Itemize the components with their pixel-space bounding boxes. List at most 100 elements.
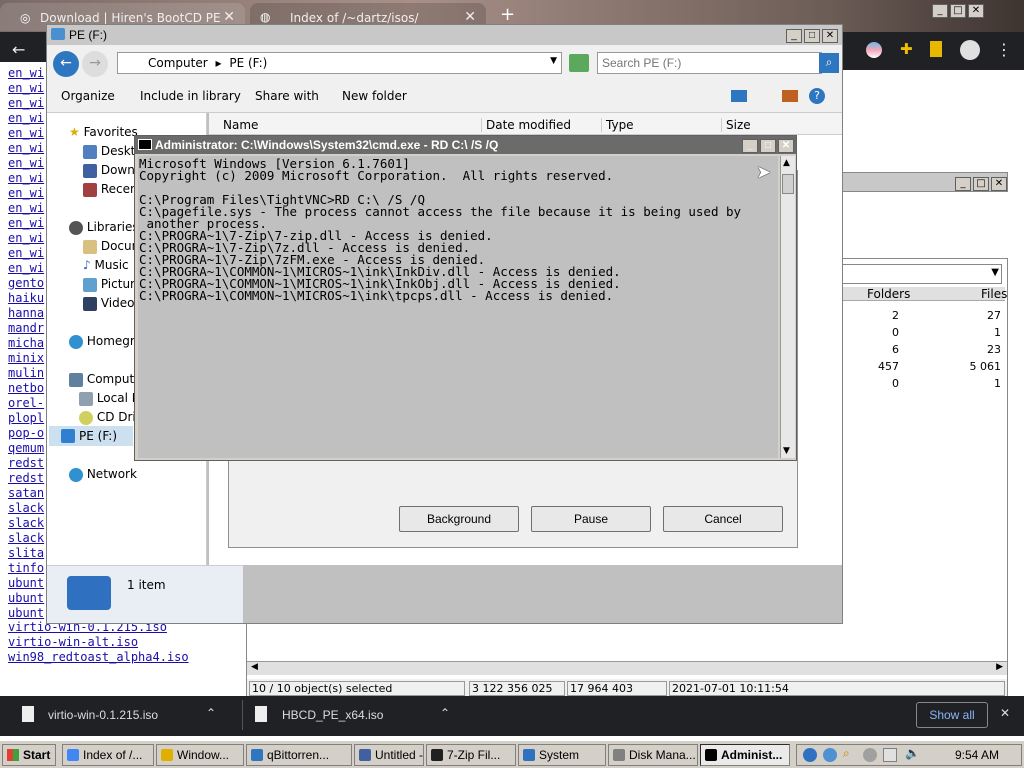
column-name[interactable]: Name (223, 118, 258, 132)
file-link[interactable]: slack (8, 531, 44, 546)
file-link[interactable]: en_wi (8, 246, 44, 261)
power-icon[interactable] (863, 748, 877, 762)
file-link[interactable]: en_wi (8, 66, 44, 81)
taskbar-item[interactable]: Disk Mana... (608, 744, 698, 766)
scroll-thumb[interactable] (782, 174, 794, 194)
file-link[interactable]: micha (8, 336, 44, 351)
file-link[interactable]: mulin (8, 366, 44, 381)
file-link[interactable]: gento (8, 276, 44, 291)
chevron-down-icon[interactable]: ▼ (991, 267, 999, 278)
nav-music[interactable]: ♪ Music (83, 258, 129, 272)
file-link[interactable]: orel- (8, 396, 44, 411)
bookmark-icon[interactable] (930, 41, 942, 57)
start-button[interactable]: Start (2, 744, 56, 766)
close-icon[interactable]: ✕ (778, 139, 794, 153)
file-link[interactable]: en_wi (8, 201, 44, 216)
refresh-icon[interactable] (569, 54, 589, 72)
search-icon[interactable]: ⌕ (819, 53, 839, 73)
pause-button[interactable]: Pause (531, 506, 651, 532)
network-icon[interactable] (803, 748, 817, 762)
breadcrumb-computer[interactable]: Computer (148, 56, 208, 70)
avatar[interactable] (960, 40, 980, 60)
taskbar-item[interactable]: 7-Zip Fil... (426, 744, 516, 766)
file-link[interactable]: ubunt (8, 576, 44, 591)
nav-libraries[interactable]: Libraries (69, 220, 139, 235)
file-link[interactable]: mandr (8, 321, 44, 336)
file-link[interactable]: en_wi (8, 216, 44, 231)
puzzle-icon[interactable]: ✚ (900, 40, 913, 58)
new-tab-button[interactable]: + (500, 4, 515, 25)
minimize-icon[interactable]: _ (786, 29, 802, 43)
files-header[interactable]: Files (981, 287, 1007, 301)
help-icon[interactable]: ? (809, 88, 825, 104)
new-folder-button[interactable]: New folder (342, 89, 407, 103)
background-button[interactable]: Background (399, 506, 519, 532)
maximize-icon[interactable]: □ (760, 139, 776, 153)
file-link[interactable]: redst (8, 456, 44, 471)
file-link[interactable]: en_wi (8, 111, 44, 126)
maximize-icon[interactable]: □ (973, 177, 989, 191)
search-icon[interactable]: ⌕ (843, 746, 850, 761)
column-date-modified[interactable]: Date modified (481, 118, 601, 132)
nav-pe-drive[interactable]: PE (F:) (49, 426, 133, 446)
chevron-up-icon[interactable]: ⌃ (440, 706, 450, 720)
file-link[interactable]: virtio-win-alt.iso (8, 635, 189, 650)
preview-pane-icon[interactable] (782, 90, 798, 102)
scroll-up-icon[interactable]: ▲ (783, 158, 790, 168)
file-link[interactable]: netbo (8, 381, 44, 396)
file-link[interactable]: en_wi (8, 156, 44, 171)
taskbar-item[interactable]: qBittorren... (246, 744, 352, 766)
file-link[interactable]: haiku (8, 291, 44, 306)
cmd-output[interactable]: Microsoft Windows [Version 6.1.7601] Copy… (138, 156, 778, 458)
close-icon[interactable]: ✕ (1000, 706, 1010, 720)
file-link[interactable]: pop-o (8, 426, 44, 441)
maximize-icon[interactable]: □ (804, 29, 820, 43)
file-link[interactable]: win98_redtoast_alpha4.iso (8, 650, 189, 665)
nav-videos[interactable]: Videos (83, 296, 141, 311)
organize-button[interactable]: Organize (61, 89, 115, 103)
file-link[interactable]: ubunt (8, 606, 44, 621)
vertical-scrollbar[interactable]: ▲ ▼ (780, 156, 795, 458)
download-item[interactable]: HBCD_PE_x64.iso (282, 708, 383, 722)
minimize-icon[interactable]: _ (932, 4, 948, 18)
column-size[interactable]: Size (721, 118, 751, 132)
breadcrumb-drive[interactable]: PE (F:) (229, 56, 267, 70)
nav-favorites[interactable]: ★ Favorites (69, 125, 138, 139)
file-link[interactable]: minix (8, 351, 44, 366)
breadcrumb[interactable]: Computer ▸ PE (F:) ▼ (117, 52, 562, 74)
minimize-icon[interactable]: _ (742, 139, 758, 153)
download-item[interactable]: virtio-win-0.1.215.iso (48, 708, 158, 722)
file-link[interactable]: qemum (8, 441, 44, 456)
taskbar-item[interactable]: System (518, 744, 606, 766)
nav-computer[interactable]: Compute (69, 372, 142, 387)
close-icon[interactable]: ✕ (991, 177, 1007, 191)
nav-network[interactable]: Network (69, 467, 137, 482)
file-link[interactable]: redst (8, 471, 44, 486)
chevron-down-icon[interactable]: ▼ (550, 56, 557, 66)
column-type[interactable]: Type (601, 118, 721, 132)
minimize-icon[interactable]: _ (955, 177, 971, 191)
clock[interactable]: 9:54 AM (955, 748, 999, 762)
file-link[interactable]: slack (8, 501, 44, 516)
file-link[interactable]: en_wi (8, 141, 44, 156)
file-link[interactable]: en_wi (8, 231, 44, 246)
scroll-down-icon[interactable]: ▼ (783, 446, 790, 456)
share-with-button[interactable]: Share with (255, 89, 319, 103)
tray-app-icon[interactable] (823, 748, 837, 762)
view-icon[interactable] (731, 90, 747, 102)
nav-local-disk[interactable]: Local D (79, 391, 141, 406)
menu-icon[interactable]: ⋮ (996, 40, 1012, 59)
file-link[interactable]: slack (8, 516, 44, 531)
close-icon[interactable]: ✕ (223, 9, 235, 25)
file-link[interactable]: en_wi (8, 171, 44, 186)
taskbar-item[interactable]: Untitled - ... (354, 744, 424, 766)
file-link[interactable]: satan (8, 486, 44, 501)
volume-icon[interactable]: 🔈 (905, 746, 920, 760)
taskbar-item[interactable]: Index of /... (62, 744, 154, 766)
file-link[interactable]: hanna (8, 306, 44, 321)
file-link[interactable]: plopl (8, 411, 44, 426)
back-arrow-icon[interactable]: ← (12, 40, 25, 59)
include-in-library-button[interactable]: Include in library (140, 89, 241, 103)
close-icon[interactable]: ✕ (968, 4, 984, 18)
folders-header[interactable]: Folders (867, 287, 910, 301)
